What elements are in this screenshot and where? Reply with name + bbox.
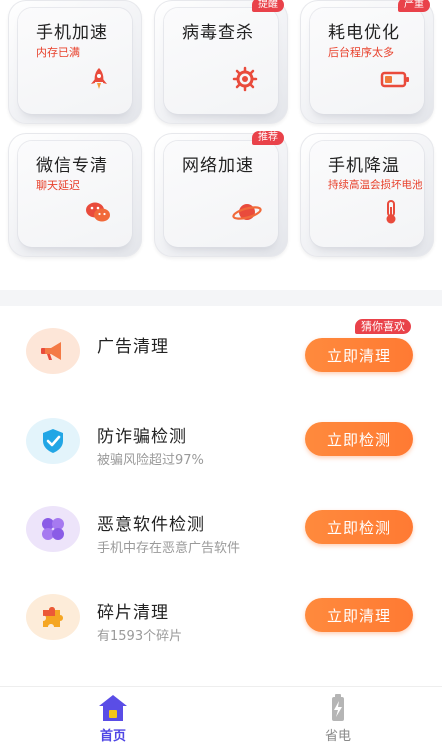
tile-title: 手机降温 bbox=[328, 156, 400, 176]
feature-title: 碎片清理 bbox=[97, 603, 169, 623]
guess-you-like-badge: 猜你喜欢 bbox=[355, 319, 411, 334]
feature-row-malware: 恶意软件检测 手机中存在恶意广告软件 立即检测 bbox=[0, 488, 442, 576]
tile-subtitle: 后台程序太多 bbox=[328, 46, 394, 59]
tile-badge: 严重 bbox=[398, 0, 430, 12]
tile-inner: 网络加速 bbox=[164, 141, 278, 247]
tile-title: 耗电优化 bbox=[328, 23, 400, 43]
feature-desc: 手机中存在恶意广告软件 bbox=[97, 541, 241, 556]
tile-subtitle: 内存已满 bbox=[36, 46, 80, 59]
tile-subtitle: 持续高温会损坏电池 bbox=[328, 179, 423, 191]
battery-charge-icon bbox=[332, 694, 344, 721]
feature-row-fragment-clean: 碎片清理 有1593个碎片 立即清理 bbox=[0, 576, 442, 664]
feature-desc: 有1593个碎片 bbox=[97, 629, 183, 644]
thermometer-icon bbox=[386, 200, 396, 224]
tile-title: 微信专清 bbox=[36, 156, 108, 176]
shield-check-icon bbox=[26, 418, 80, 464]
tile-inner: 手机加速 内存已满 bbox=[18, 8, 132, 114]
feature-desc: 被骗风险超过97% bbox=[97, 453, 204, 468]
battery-icon bbox=[380, 71, 409, 88]
nav-tab-power-save[interactable]: 省电 bbox=[298, 687, 378, 749]
planet-icon bbox=[232, 204, 262, 220]
tile-inner: 耗电优化 后台程序太多 bbox=[310, 8, 424, 114]
feature-row-anti-fraud: 防诈骗检测 被骗风险超过97% 立即检测 bbox=[0, 400, 442, 488]
tool-tile-virus-scan[interactable]: 病毒查杀 提醒 bbox=[154, 0, 288, 124]
wechat-icon bbox=[86, 202, 110, 222]
virus-scan-icon bbox=[232, 66, 258, 92]
tool-tile-phone-speedup[interactable]: 手机加速 内存已满 bbox=[8, 0, 142, 124]
tile-badge: 提醒 bbox=[252, 0, 284, 12]
tile-title: 病毒查杀 bbox=[182, 23, 254, 43]
clean-now-button[interactable]: 立即清理 bbox=[305, 338, 413, 372]
clean-now-button[interactable]: 立即清理 bbox=[305, 598, 413, 632]
section-divider bbox=[0, 290, 442, 306]
tile-inner: 微信专清 聊天延迟 bbox=[18, 141, 132, 247]
megaphone-icon bbox=[26, 328, 80, 374]
tool-tile-network-speedup[interactable]: 网络加速 推荐 bbox=[154, 131, 288, 257]
nav-tab-home[interactable]: 首页 bbox=[73, 687, 153, 749]
tile-inner: 病毒查杀 bbox=[164, 8, 278, 114]
tile-badge: 推荐 bbox=[252, 131, 284, 145]
tool-tile-phone-cooldown[interactable]: 手机降温 持续高温会损坏电池 bbox=[300, 133, 434, 257]
bottom-nav: 首页 省电 bbox=[0, 686, 442, 749]
puzzle-icon bbox=[26, 594, 80, 640]
tile-inner: 手机降温 持续高温会损坏电池 bbox=[310, 141, 424, 247]
tool-grid: 手机加速 内存已满 病毒查杀 提醒 耗电优化 后台程序太多 严重 微信专清 聊天… bbox=[0, 0, 442, 290]
tile-subtitle: 聊天延迟 bbox=[36, 179, 80, 192]
tile-title: 手机加速 bbox=[36, 23, 108, 43]
detect-now-button[interactable]: 立即检测 bbox=[305, 422, 413, 456]
rocket-icon bbox=[91, 68, 107, 89]
clover-icon bbox=[26, 506, 80, 552]
nav-label-home: 首页 bbox=[99, 729, 126, 744]
tool-tile-wechat-clean[interactable]: 微信专清 聊天延迟 bbox=[8, 133, 142, 257]
feature-title: 广告清理 bbox=[97, 337, 169, 357]
tool-tile-power-optimize[interactable]: 耗电优化 后台程序太多 严重 bbox=[300, 0, 434, 124]
feature-title: 恶意软件检测 bbox=[97, 515, 205, 535]
feature-row-ad-clean: 广告清理 立即清理 猜你喜欢 bbox=[0, 310, 442, 398]
feature-title: 防诈骗检测 bbox=[97, 427, 187, 447]
nav-label-power-save: 省电 bbox=[324, 729, 351, 744]
tile-title: 网络加速 bbox=[182, 156, 254, 176]
home-icon bbox=[99, 695, 127, 721]
detect-now-button[interactable]: 立即检测 bbox=[305, 510, 413, 544]
